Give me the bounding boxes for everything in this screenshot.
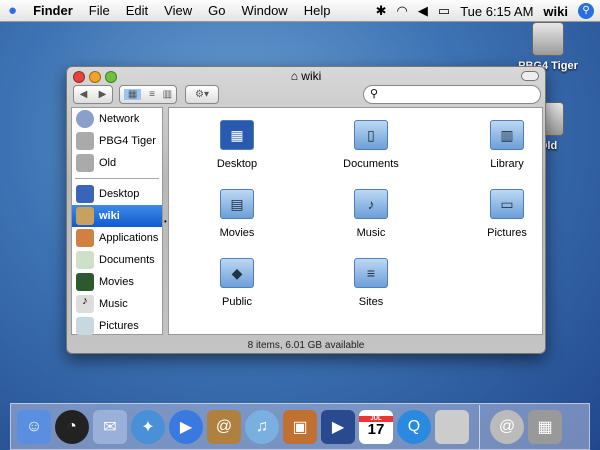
menu-finder[interactable]: Finder <box>25 3 81 18</box>
dock-itunes-icon[interactable]: ♫ <box>245 409 279 444</box>
sidebar-item-network[interactable]: Network <box>72 108 162 130</box>
music-icon: ♪ <box>76 295 94 313</box>
pictures-folder-icon: ▭ <box>490 189 524 219</box>
dock: ☺ ◔ ✉ ✦ ▶ @ ♫ ▣ ▶ JUL 17 Q @ ▦ <box>10 403 590 450</box>
dock-ical-icon[interactable]: JUL 17 <box>359 409 393 444</box>
sites-folder-icon: ≡ <box>354 258 388 288</box>
search-icon: ⚲ <box>370 88 379 100</box>
sidebar-item-wiki[interactable]: wiki <box>72 205 162 227</box>
dock-finder-icon[interactable]: ☺ <box>17 409 51 444</box>
menu-window[interactable]: Window <box>233 3 295 18</box>
finder-window: ⌂ wiki ◀ ▶ ▦ ≡ ▥ ⚙▾ ⚲ Network PBG4 Tiger Ol… <box>66 66 546 354</box>
documents-icon <box>76 251 94 269</box>
column-view-icon[interactable]: ▥ <box>163 89 172 100</box>
dock-safari-icon[interactable]: ✦ <box>131 409 165 444</box>
user-menu[interactable]: wiki <box>543 4 568 19</box>
applications-icon <box>76 229 94 247</box>
folder-desktop[interactable]: ▦ Desktop <box>187 120 287 170</box>
forward-icon[interactable]: ▶ <box>99 89 107 100</box>
sidebar-resize-handle[interactable]: • <box>164 217 167 226</box>
desktop-icon-pbg4-tiger[interactable]: PBG4 Tiger <box>508 22 588 72</box>
dock-system-preferences-icon[interactable] <box>435 409 469 444</box>
menu-file[interactable]: File <box>81 3 118 18</box>
dock-divider <box>479 404 480 449</box>
sidebar-item-desktop[interactable]: Desktop <box>72 183 162 205</box>
hard-drive-icon <box>532 22 564 56</box>
dock-trash-icon[interactable]: ▦ <box>528 409 562 444</box>
folder-documents[interactable]: ▯ Documents <box>321 120 421 170</box>
pictures-icon <box>76 317 94 335</box>
menu-edit[interactable]: Edit <box>118 3 156 18</box>
dock-ichat-icon[interactable]: ▶ <box>169 409 203 444</box>
list-view-icon[interactable]: ≡ <box>149 89 155 100</box>
sidebar-item-applications[interactable]: Applications <box>72 227 162 249</box>
folder-sites[interactable]: ≡ Sites <box>321 258 421 308</box>
desktop-folder-icon: ▦ <box>220 120 254 150</box>
icon-view: ▦ Desktop ▯ Documents ▥ Library ▤ Movies ♪ Mu… <box>168 107 543 335</box>
gear-icon: ⚙▾ <box>195 89 209 100</box>
sidebar-item-music[interactable]: ♪ Music <box>72 293 162 315</box>
spotlight-icon[interactable]: ⚲ <box>578 3 594 19</box>
movies-folder-icon: ▤ <box>220 189 254 219</box>
battery-icon[interactable]: ▭ <box>438 3 450 19</box>
status-bar: 8 items, 6.01 GB available <box>247 340 365 351</box>
sidebar-item-documents[interactable]: Documents <box>72 249 162 271</box>
folder-pictures[interactable]: ▭ Pictures <box>457 189 557 239</box>
sidebar-item-pbg4-tiger[interactable]: PBG4 Tiger <box>72 130 162 152</box>
menu-help[interactable]: Help <box>296 3 339 18</box>
desktop-icon <box>76 185 94 203</box>
movies-icon <box>76 273 94 291</box>
sidebar: Network PBG4 Tiger Old Desktop wiki Appl… <box>71 107 163 335</box>
public-folder-icon: ◆ <box>220 258 254 288</box>
icon-view-icon[interactable]: ▦ <box>123 89 142 100</box>
back-forward-buttons[interactable]: ◀ ▶ <box>73 85 113 104</box>
network-icon <box>76 110 94 128</box>
dock-imovie-icon[interactable]: ▶ <box>321 409 355 444</box>
apple-menu-icon[interactable]: ● <box>0 2 25 19</box>
sidebar-item-pictures[interactable]: Pictures <box>72 315 162 337</box>
sidebar-item-movies[interactable]: Movies <box>72 271 162 293</box>
dock-mail-icon[interactable]: ✉ <box>93 409 127 444</box>
sidebar-item-old[interactable]: Old <box>72 152 162 174</box>
window-title: ⌂ wiki <box>290 69 322 83</box>
search-field[interactable]: ⚲ <box>363 85 541 104</box>
menu-bar: ● Finder File Edit View Go Window Help ✱… <box>0 0 600 22</box>
hard-drive-icon <box>76 154 94 172</box>
folder-music[interactable]: ♪ Music <box>321 189 421 239</box>
dock-quicktime-icon[interactable]: Q <box>397 409 431 444</box>
dock-dashboard-icon[interactable]: ◔ <box>55 409 89 444</box>
home-icon: ⌂ <box>290 69 298 83</box>
sidebar-divider <box>75 178 159 179</box>
back-icon[interactable]: ◀ <box>80 89 88 100</box>
view-buttons[interactable]: ▦ ≡ ▥ <box>119 85 177 104</box>
wifi-icon[interactable]: ◠ <box>397 3 408 19</box>
menu-view[interactable]: View <box>156 3 200 18</box>
folder-public[interactable]: ◆ Public <box>187 258 287 308</box>
home-icon <box>76 207 94 225</box>
documents-folder-icon: ▯ <box>354 120 388 150</box>
hard-drive-icon <box>76 132 94 150</box>
dock-iphoto-icon[interactable]: ▣ <box>283 409 317 444</box>
music-folder-icon: ♪ <box>354 189 388 219</box>
toolbar-toggle-button[interactable] <box>521 71 539 81</box>
folder-library[interactable]: ▥ Library <box>457 120 557 170</box>
menu-go[interactable]: Go <box>200 3 233 18</box>
volume-icon[interactable]: ◀ <box>418 3 428 19</box>
library-folder-icon: ▥ <box>490 120 524 150</box>
folder-movies[interactable]: ▤ Movies <box>187 189 287 239</box>
clock[interactable]: Tue 6:15 AM <box>460 4 533 19</box>
dock-downloads-icon[interactable]: @ <box>490 409 524 444</box>
bluetooth-icon[interactable]: ✱ <box>376 3 387 19</box>
dock-address-book-icon[interactable]: @ <box>207 409 241 444</box>
action-button[interactable]: ⚙▾ <box>185 85 219 104</box>
